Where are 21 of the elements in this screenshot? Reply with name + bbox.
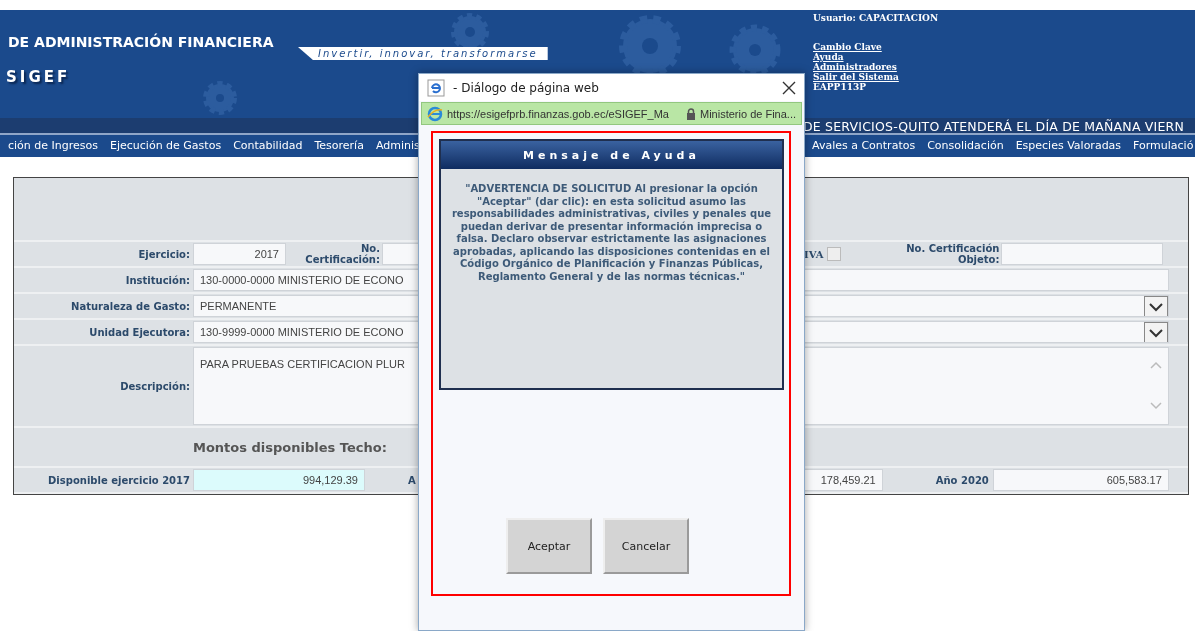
dialog-title: - Diálogo de página web [453,80,600,95]
user-label: Usuario: CAPACITACION [813,13,939,23]
site-name: Ministerio de Fina... [700,107,796,120]
organization-title: DE ADMINISTRACIÓN FINANCIERA [8,34,275,50]
field-label: Año 2020 [935,474,989,486]
panel-title: Mensaje de Ayuda [441,141,782,169]
field-label: Disponible ejercicio 2017 [47,474,191,486]
system-logo: SIGEF [6,68,72,86]
field-label: No. Certificación: [304,243,381,265]
tagline: Invertir, innovar, transformarse [298,47,548,60]
url-text: https://esigefprb.finanzas.gob.ec/eSIGEF_Ma [447,107,670,120]
field-label: IVA [804,248,824,260]
field-label: Naturaleza de Gasto: [70,300,191,312]
field-label: A [408,474,416,486]
field-label: Descripción: [119,380,191,392]
field-label: Unidad Ejecutora: [88,326,191,338]
user-code: EAPP113P [813,82,866,92]
warning-message: "ADVERTENCIA DE SOLICITUD Al presionar la opción "Aceptar" (dar clic): en esta solicitud asumo las responsabilidades administrativas, civiles y penales que puedan derivar de presentar información imprecisa o falsa. Declaro observar estrictamente las asignaciones aprobadas, aplicando las disposiciones contenidas en el Código Orgánico de Planificación y Finanzas Públicas, Reglamento General y de las normas técnicas." [450,183,773,283]
field-label: Ejercicio: [137,248,191,260]
field-label: No. Certificación Objeto: [905,243,1000,265]
field-label: Institución: [124,274,191,286]
